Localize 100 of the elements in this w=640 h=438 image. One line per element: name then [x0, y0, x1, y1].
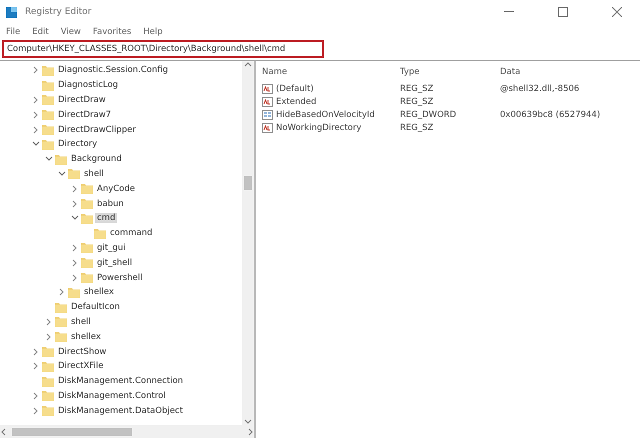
value-name[interactable]: (Default): [276, 84, 314, 94]
tree-item[interactable]: DiskManagement.Control: [56, 390, 168, 401]
tree-item[interactable]: git_gui: [95, 242, 128, 253]
scrollbar-thumb[interactable]: [244, 176, 252, 190]
tree-item[interactable]: Diagnostic.Session.Config: [56, 65, 170, 76]
folder-icon: [42, 124, 54, 136]
tree-item[interactable]: Powershell: [95, 272, 144, 283]
tree-item[interactable]: DiagnosticLog: [56, 80, 120, 90]
folder-icon: [81, 257, 93, 268]
tree-item[interactable]: shell: [82, 168, 106, 179]
chevron-right-icon[interactable]: [33, 348, 39, 356]
folder-icon: [42, 390, 54, 402]
tree-item[interactable]: DirectDraw7: [56, 110, 114, 120]
folder-icon: [81, 212, 93, 224]
folder-icon: [68, 168, 80, 180]
folder-icon: [42, 346, 54, 358]
folder-icon: [55, 154, 67, 165]
tree-item[interactable]: DirectDraw: [56, 94, 108, 105]
tree-item[interactable]: Directory: [56, 139, 100, 150]
chevron-right-icon[interactable]: [46, 332, 52, 341]
string-value-icon: [262, 123, 273, 133]
scroll-up-icon[interactable]: [244, 61, 252, 69]
tree-item[interactable]: shellex: [69, 332, 103, 342]
chevron-right-icon[interactable]: [33, 126, 39, 134]
tree-item[interactable]: babun: [95, 198, 126, 209]
folder-icon: [94, 228, 106, 239]
column-header[interactable]: Type: [400, 67, 500, 81]
string-value-icon: [262, 84, 273, 94]
folder-icon: [81, 242, 93, 254]
folder-icon: [42, 405, 54, 416]
value-type: REG_SZ: [400, 123, 434, 133]
folder-icon: [68, 286, 80, 298]
value-name[interactable]: Extended: [276, 97, 316, 107]
folder-icon: [42, 80, 54, 91]
maximize-icon: [558, 7, 568, 17]
tree-item[interactable]: AnyCode: [95, 184, 137, 194]
menu-item[interactable]: File: [6, 26, 20, 36]
registry-app-icon: [6, 6, 17, 18]
tree-item[interactable]: DiskManagement.Connection: [56, 376, 186, 386]
menu-item[interactable]: Edit: [32, 26, 49, 36]
menu-item[interactable]: Help: [143, 26, 163, 36]
tree-item[interactable]: DiskManagement.DataObject: [56, 406, 185, 416]
tree-item[interactable]: git_shell: [95, 258, 134, 268]
tree-item[interactable]: DirectShow: [56, 346, 108, 357]
chevron-right-icon[interactable]: [59, 288, 65, 296]
folder-icon: [81, 183, 93, 194]
value-name[interactable]: NoWorkingDirectory: [276, 123, 362, 133]
scroll-right-icon[interactable]: [246, 428, 254, 436]
close-icon: [612, 7, 622, 17]
value-data: 0x00639bc8 (6527944): [500, 110, 602, 120]
address-field[interactable]: Computer\HKEY_CLASSES_ROOT\Directory\Background\shell\cmd: [2, 40, 324, 58]
column-header[interactable]: Name: [262, 67, 400, 81]
tree-item[interactable]: DirectXFile: [56, 361, 106, 372]
binary-value-icon: [262, 110, 273, 120]
column-header[interactable]: Data: [500, 67, 636, 81]
horizontal-scrollbar[interactable]: [0, 425, 254, 438]
menu-item[interactable]: View: [60, 26, 81, 36]
chevron-right-icon[interactable]: [72, 274, 78, 282]
window-title: Registry Editor: [25, 7, 92, 17]
chevron-right-icon[interactable]: [72, 184, 78, 193]
folder-icon: [81, 198, 93, 210]
folder-icon: [42, 94, 54, 106]
minimize-icon: [504, 11, 514, 13]
tree-item[interactable]: DirectDrawClipper: [56, 124, 138, 135]
folder-icon: [55, 316, 67, 328]
chevron-right-icon[interactable]: [33, 96, 39, 104]
folder-icon: [42, 109, 54, 120]
value-name[interactable]: HideBasedOnVelocityId: [276, 110, 375, 120]
chevron-right-icon[interactable]: [33, 110, 39, 119]
tree-item[interactable]: shell: [69, 316, 93, 327]
chevron-right-icon[interactable]: [72, 244, 78, 252]
scrollbar-thumb[interactable]: [12, 428, 132, 436]
chevron-down-icon[interactable]: [71, 215, 79, 222]
folder-icon: [81, 272, 93, 284]
chevron-right-icon[interactable]: [33, 362, 39, 370]
folder-icon: [42, 360, 54, 372]
vertical-scrollbar[interactable]: [242, 61, 254, 425]
chevron-right-icon[interactable]: [72, 258, 78, 267]
tree-item[interactable]: command: [108, 228, 154, 238]
folder-icon: [55, 331, 67, 342]
tree-item[interactable]: cmd: [95, 213, 118, 224]
chevron-down-icon[interactable]: [45, 156, 53, 162]
chevron-right-icon[interactable]: [72, 200, 78, 208]
scroll-left-icon[interactable]: [0, 428, 8, 436]
tree-item[interactable]: Background: [69, 154, 124, 164]
string-value-icon: [262, 97, 273, 107]
chevron-right-icon[interactable]: [46, 318, 52, 326]
value-type: REG_SZ: [400, 84, 434, 94]
tree-item[interactable]: shellex: [82, 287, 116, 298]
chevron-down-icon[interactable]: [58, 170, 66, 177]
value-type: REG_DWORD: [400, 110, 458, 120]
menu-item[interactable]: Favorites: [92, 26, 132, 36]
scroll-down-icon[interactable]: [244, 417, 252, 425]
chevron-right-icon[interactable]: [33, 406, 39, 415]
tree-item[interactable]: DefaultIcon: [69, 302, 122, 312]
folder-icon: [42, 64, 54, 76]
chevron-down-icon[interactable]: [32, 141, 40, 148]
chevron-right-icon[interactable]: [33, 66, 39, 74]
chevron-right-icon[interactable]: [33, 392, 39, 400]
value-type: REG_SZ: [400, 97, 434, 107]
